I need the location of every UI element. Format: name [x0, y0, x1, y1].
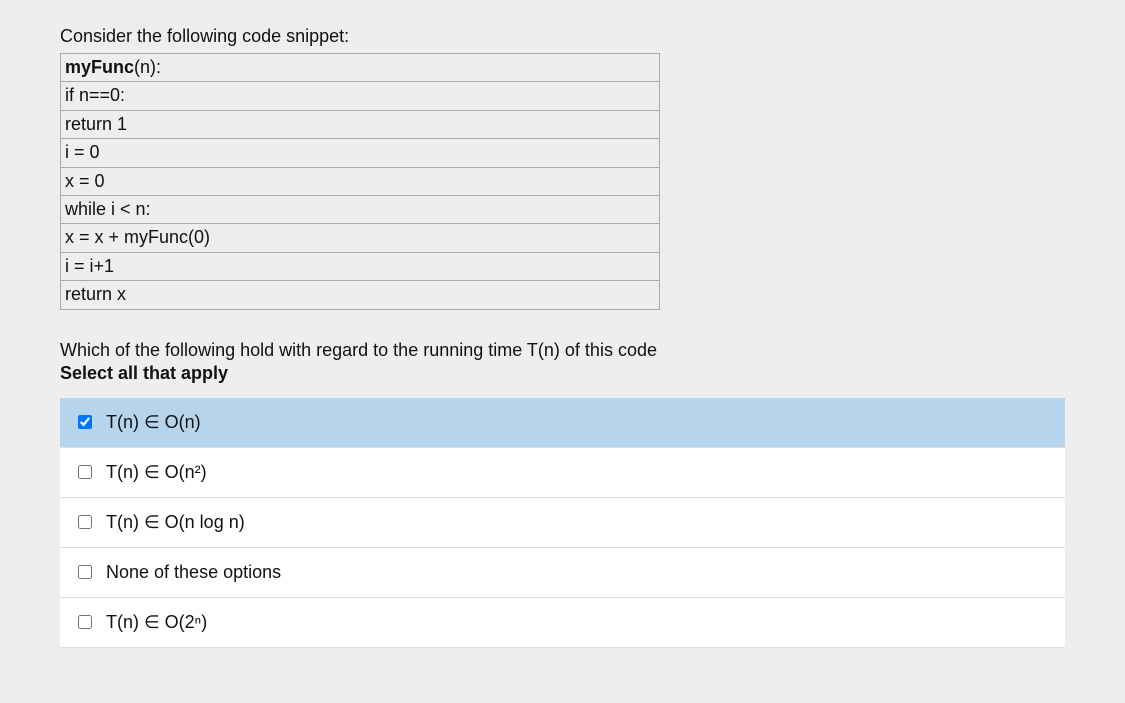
prompt-text: Consider the following code snippet: — [60, 26, 1065, 47]
option-5-checkbox[interactable] — [78, 615, 92, 629]
code-line: while i < n: — [61, 195, 660, 223]
options-list: T(n) ∈ O(n) T(n) ∈ O(n²) T(n) ∈ O(n log … — [60, 398, 1065, 648]
option-4[interactable]: None of these options — [60, 548, 1065, 598]
option-3[interactable]: T(n) ∈ O(n log n) — [60, 498, 1065, 548]
code-line: x = 0 — [61, 167, 660, 195]
option-2[interactable]: T(n) ∈ O(n²) — [60, 448, 1065, 498]
code-snippet-table: myFunc(n): if n==0: return 1 i = 0 x = 0… — [60, 53, 660, 310]
fn-name: myFunc — [65, 57, 134, 77]
code-line: return x — [61, 281, 660, 309]
option-3-checkbox[interactable] — [78, 515, 92, 529]
option-4-checkbox[interactable] — [78, 565, 92, 579]
question-container: Consider the following code snippet: myF… — [0, 0, 1125, 688]
option-1-label: T(n) ∈ O(n) — [106, 412, 201, 433]
option-1[interactable]: T(n) ∈ O(n) — [60, 398, 1065, 448]
option-2-checkbox[interactable] — [78, 465, 92, 479]
option-5[interactable]: T(n) ∈ O(2ⁿ) — [60, 598, 1065, 648]
option-4-label: None of these options — [106, 562, 281, 583]
code-line: x = x + myFunc(0) — [61, 224, 660, 252]
code-line: i = 0 — [61, 139, 660, 167]
code-line: return 1 — [61, 110, 660, 138]
code-line: myFunc(n): — [61, 54, 660, 82]
option-1-checkbox[interactable] — [78, 415, 92, 429]
option-2-label: T(n) ∈ O(n²) — [106, 462, 207, 483]
instruction-text: Select all that apply — [60, 363, 1065, 384]
option-3-label: T(n) ∈ O(n log n) — [106, 512, 245, 533]
code-line: if n==0: — [61, 82, 660, 110]
code-line: i = i+1 — [61, 252, 660, 280]
option-5-label: T(n) ∈ O(2ⁿ) — [106, 612, 207, 633]
question-text: Which of the following hold with regard … — [60, 340, 1065, 361]
